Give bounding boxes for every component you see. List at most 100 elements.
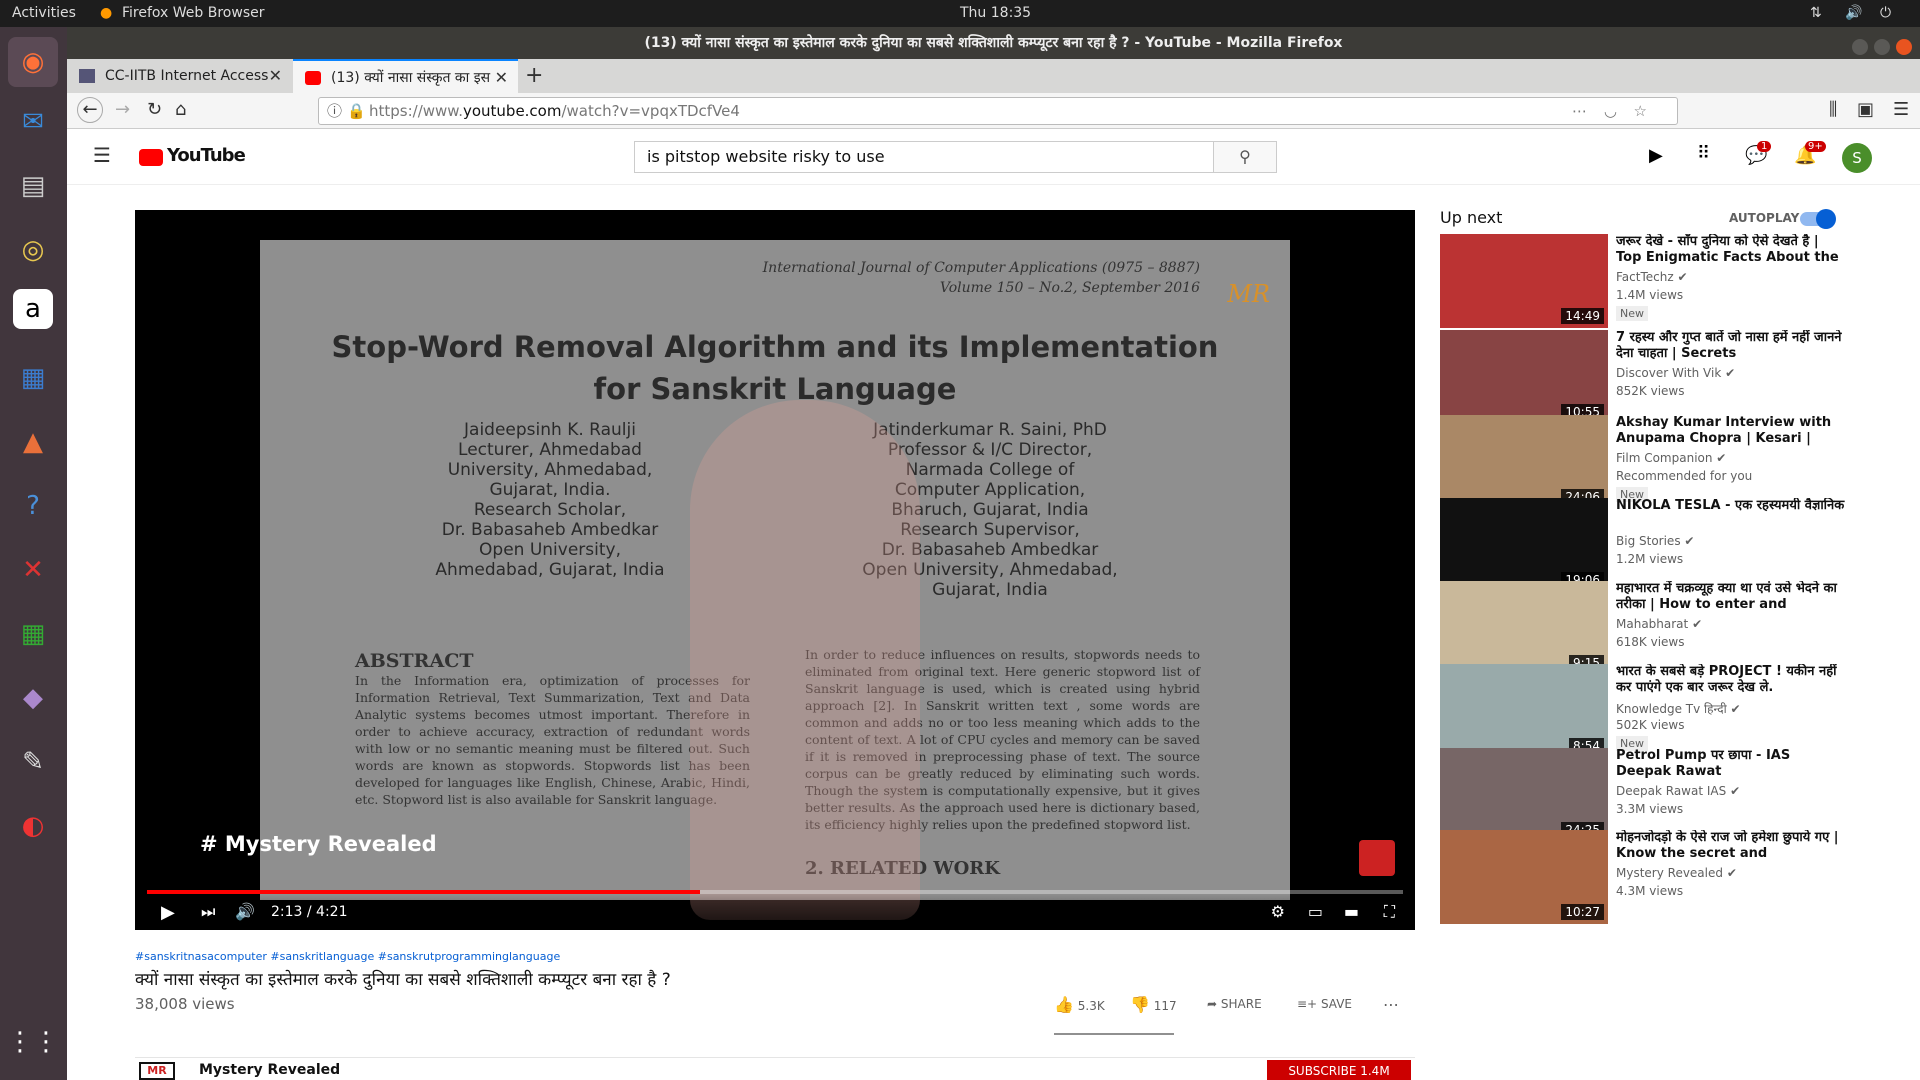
recommended-video[interactable]: 10:55 7 रहस्य और गुप्त बातें जो नासा हमें… [1440, 330, 1850, 426]
recommended-channel[interactable]: FactTechz ✔ [1616, 270, 1688, 284]
recommended-title[interactable]: महाभारत में चक्रव्यूह क्या था एवं उसे भे… [1616, 581, 1846, 613]
like-button[interactable]: 👍 5.3K [1054, 995, 1105, 1014]
channel-name[interactable]: Mystery Revealed [199, 1062, 340, 1078]
reload-button[interactable]: ↻ [147, 99, 162, 120]
video-thumbnail[interactable]: 10:55 [1440, 330, 1608, 424]
recommended-channel[interactable]: Mahabharat ✔ [1616, 617, 1702, 631]
help-icon[interactable]: ? [8, 481, 58, 531]
power-icon[interactable]: ⏻ [1880, 5, 1891, 21]
recommended-title[interactable]: Akshay Kumar Interview with Anupama Chop… [1616, 415, 1846, 447]
firefox-launcher-icon[interactable]: ◉ [8, 37, 58, 87]
video-player[interactable]: International Journal of Computer Applic… [135, 210, 1415, 930]
menu-icon[interactable]: ☰ [1893, 99, 1909, 120]
recommended-title[interactable]: जरूर देखे - साँप दुनिया को ऐसे देखते है … [1616, 234, 1846, 266]
subscribe-badge-icon[interactable] [1359, 840, 1395, 876]
close-window-button[interactable] [1896, 39, 1912, 55]
video-thumbnail[interactable]: 24:25 [1440, 748, 1608, 842]
search-input[interactable]: is pitstop website risky to use [634, 141, 1214, 173]
like-count: 5.3K [1077, 999, 1105, 1013]
url-bar[interactable]: ⓘ 🔒 https://www.youtube.com/watch?v=vpqx… [318, 97, 1678, 125]
recommended-title[interactable]: 7 रहस्य और गुप्त बातें जो नासा हमें नहीं… [1616, 330, 1846, 362]
system-top-bar: Activities ● Firefox Web Browser Thu 18:… [0, 0, 1920, 27]
hashtags[interactable]: #sanskritnasacomputer #sanskritlanguage … [135, 950, 560, 963]
more-actions-icon[interactable]: ⋯ [1383, 995, 1399, 1014]
thunderbird-icon[interactable]: ✉ [8, 97, 58, 147]
subscribe-button[interactable]: SUBSCRIBE 1.4M [1267, 1060, 1411, 1080]
minimize-button[interactable] [1852, 39, 1868, 55]
recommended-video[interactable]: 9:15 महाभारत में चक्रव्यूह क्या था एवं उस… [1440, 581, 1850, 677]
recommended-channel[interactable]: Discover With Vik ✔ [1616, 366, 1735, 380]
video-thumbnail[interactable]: 19:06 [1440, 498, 1608, 592]
recommended-title[interactable]: NIKOLA TESLA - एक रहस्यमयी वैज्ञानिक [1616, 498, 1846, 514]
recommended-title[interactable]: भारत के सबसे बड़े PROJECT ! यकीन नहीं कर… [1616, 664, 1846, 696]
network-icon[interactable]: ⇅ [1810, 5, 1822, 21]
recommended-video[interactable]: 19:06 NIKOLA TESLA - एक रहस्यमयी वैज्ञानि… [1440, 498, 1850, 594]
impress-icon[interactable]: ◐ [8, 801, 58, 851]
settings-gear-icon[interactable]: ⚙ [1271, 902, 1285, 921]
recommended-video[interactable]: 10:27 मोहनजोदड़ो के ऐसे राज जो हमेशा छुपा… [1440, 830, 1850, 926]
share-button[interactable]: ➦ SHARE [1207, 997, 1262, 1011]
library-icon[interactable]: ⫼ [1829, 99, 1837, 120]
back-button[interactable]: ← [77, 97, 103, 123]
autoplay-toggle[interactable] [1800, 209, 1836, 229]
app-icon-red[interactable]: ✕ [8, 545, 58, 595]
recommended-channel[interactable]: Knowledge Tv हिन्दी ✔ [1616, 700, 1741, 717]
amazon-icon[interactable]: a [13, 289, 53, 329]
video-thumbnail[interactable]: 10:27 [1440, 830, 1608, 924]
pocket-icon[interactable]: ◡ [1604, 98, 1617, 124]
youtube-logo-icon[interactable] [139, 149, 163, 166]
video-thumbnail[interactable]: 9:15 [1440, 581, 1608, 675]
youtube-logo-text[interactable]: YouTube [167, 145, 246, 166]
diamond-app-icon[interactable]: ◆ [8, 673, 58, 723]
miniplayer-icon[interactable]: ▭ [1308, 902, 1323, 921]
close-tab-icon[interactable]: ✕ [269, 59, 282, 93]
apps-grid-icon[interactable]: ⠿ [1697, 143, 1710, 164]
activities-button[interactable]: Activities [12, 5, 76, 21]
video-thumbnail[interactable]: 24:06 [1440, 415, 1608, 509]
calc-icon[interactable]: ▦ [8, 609, 58, 659]
recommended-title[interactable]: Petrol Pump पर छापा - IAS Deepak Rawat [1616, 748, 1846, 780]
bookmark-star-icon[interactable]: ☆ [1634, 98, 1647, 124]
video-thumbnail[interactable]: 8:54 [1440, 664, 1608, 758]
recommended-channel[interactable]: Film Companion ✔ [1616, 451, 1726, 465]
create-video-icon[interactable]: ▶ [1649, 145, 1663, 166]
tab-youtube[interactable]: (13) क्यों नासा संस्कृत का इस ✕ [293, 59, 518, 93]
channel-avatar[interactable]: MR [139, 1062, 175, 1080]
save-button[interactable]: ≡+ SAVE [1297, 997, 1352, 1011]
show-apps-icon[interactable]: ⋮⋮ [7, 1017, 59, 1067]
volume-icon[interactable]: 🔊 [1845, 5, 1862, 21]
avatar[interactable]: S [1842, 143, 1872, 173]
recommended-video[interactable]: 14:49 जरूर देखे - साँप दुनिया को ऐसे देखत… [1440, 234, 1850, 330]
video-thumbnail[interactable]: 14:49 [1440, 234, 1608, 328]
writer-icon[interactable]: ▦ [8, 353, 58, 403]
software-center-icon[interactable]: ▲ [8, 417, 58, 467]
maximize-button[interactable] [1874, 39, 1890, 55]
text-editor-icon[interactable]: ✎ [8, 737, 58, 787]
tab-cc-iitb[interactable]: CC-IITB Internet Access ✕ [67, 59, 292, 93]
home-button[interactable]: ⌂ [175, 99, 186, 120]
next-icon[interactable]: ⏭ [201, 902, 215, 922]
new-tab-button[interactable]: + [525, 63, 543, 88]
volume-icon[interactable]: 🔊 [235, 902, 255, 921]
recommended-channel[interactable]: Mystery Revealed ✔ [1616, 866, 1737, 880]
search-button[interactable]: ⚲ [1213, 141, 1277, 173]
rhythmbox-icon[interactable]: ◎ [8, 225, 58, 275]
clock[interactable]: Thu 18:35 [960, 5, 1031, 21]
recommended-video[interactable]: 8:54 भारत के सबसे बड़े PROJECT ! यकीन नही… [1440, 664, 1850, 760]
sidebar-icon[interactable]: ▣ [1857, 99, 1874, 120]
forward-button[interactable]: → [115, 99, 130, 120]
files-icon[interactable]: ▤ [8, 161, 58, 211]
close-tab-icon[interactable]: ✕ [495, 61, 508, 93]
fullscreen-icon[interactable]: ⛶ [1384, 902, 1395, 922]
play-icon[interactable]: ▶ [161, 902, 175, 923]
app-menu[interactable]: Firefox Web Browser [122, 5, 265, 21]
recommended-channel[interactable]: Deepak Rawat IAS ✔ [1616, 784, 1740, 798]
theater-mode-icon[interactable]: ▬ [1344, 902, 1359, 921]
page-actions-icon[interactable]: ⋯ [1572, 98, 1587, 124]
info-icon[interactable]: ⓘ [327, 98, 342, 124]
dislike-button[interactable]: 👎 117 [1130, 995, 1177, 1014]
hamburger-menu-icon[interactable]: ☰ [93, 143, 111, 167]
recommended-title[interactable]: मोहनजोदड़ो के ऐसे राज जो हमेशा छुपाये गए… [1616, 830, 1846, 862]
recommended-channel[interactable]: Big Stories ✔ [1616, 534, 1694, 548]
recommended-video[interactable]: 24:06 Akshay Kumar Interview with Anupama… [1440, 415, 1850, 511]
